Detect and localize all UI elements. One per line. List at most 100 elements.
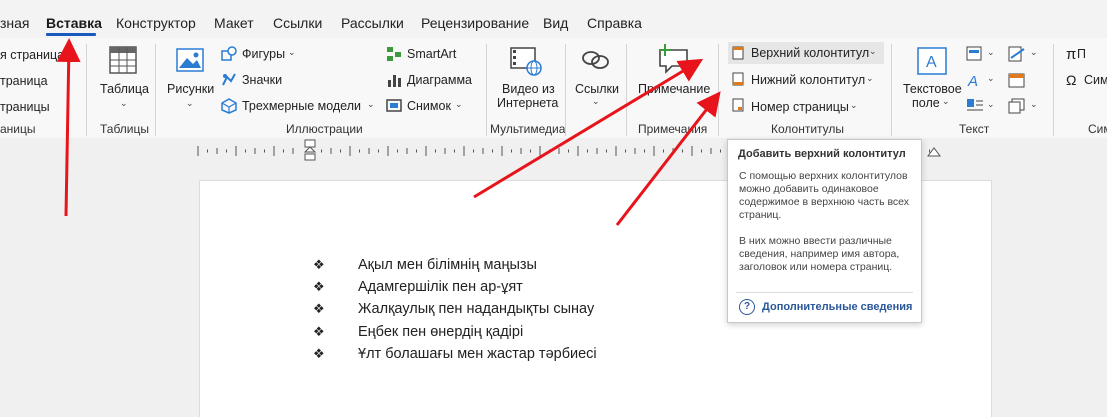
tooltip-title: Добавить верхний колонтитул xyxy=(738,148,906,160)
chevron-down-icon: ⌄ xyxy=(866,73,874,83)
chart-icon xyxy=(388,75,401,87)
help-icon[interactable]: ? xyxy=(739,299,755,315)
pictures-icon xyxy=(176,48,204,72)
group-divider xyxy=(86,44,87,136)
footer-icon xyxy=(732,72,744,86)
chevron-down-icon: ⌄ xyxy=(869,46,877,56)
chevron-down-icon: ⌄ xyxy=(987,73,995,83)
comments-group-label: Примечания xyxy=(638,122,708,136)
chevron-down-icon: ⌄ xyxy=(186,98,194,108)
smartart-button[interactable]: SmartArt xyxy=(407,47,456,61)
active-tab-indicator xyxy=(46,33,96,36)
drop-cap-icon xyxy=(967,99,983,111)
screenshot-button[interactable]: Снимок xyxy=(407,99,451,113)
chevron-down-icon: ⌄ xyxy=(288,47,296,57)
textbox-icon: A xyxy=(917,47,947,75)
tab-home[interactable]: зная xyxy=(0,15,30,31)
header-icon xyxy=(732,46,744,60)
page-break-button[interactable]: траницы xyxy=(0,100,50,114)
illustrations-group-label: Иллюстрации xyxy=(286,122,363,136)
tooltip-divider xyxy=(736,292,913,293)
header-button[interactable]: Верхний колонтитул ⌄ xyxy=(728,42,884,64)
tooltip-details: В них можно ввести различные сведения, н… xyxy=(739,235,900,273)
textbox-label-2[interactable]: поле xyxy=(912,96,940,110)
chevron-down-icon: ⌄ xyxy=(120,98,128,108)
object-icon xyxy=(1008,98,1025,114)
ribbon: я страница траница траницы аницы Таблица… xyxy=(0,38,1107,139)
shapes-button[interactable]: Фигуры xyxy=(242,47,285,61)
pages-group-label: аницы xyxy=(0,122,36,136)
chevron-down-icon: ⌄ xyxy=(850,100,858,110)
group-divider xyxy=(626,44,627,136)
bullet-icon: ❖ xyxy=(313,324,325,339)
page-number-label: Номер страницы xyxy=(751,100,849,114)
tooltip-more-info-link[interactable]: Дополнительные сведения xyxy=(762,301,912,313)
chevron-down-icon: ⌄ xyxy=(367,99,375,109)
tab-design[interactable]: Конструктор xyxy=(116,15,196,31)
tab-help[interactable]: Справка xyxy=(587,15,642,31)
page-number-icon xyxy=(732,98,744,112)
online-video-label[interactable]: Видео из xyxy=(502,82,555,96)
chevron-down-icon: ⌄ xyxy=(987,99,995,109)
bullet-icon: ❖ xyxy=(313,257,325,272)
ruler-ticks xyxy=(197,139,941,161)
blank-page-button[interactable]: траница xyxy=(0,74,48,88)
date-time-icon xyxy=(1008,73,1025,88)
horizontal-ruler[interactable] xyxy=(0,138,1107,164)
tooltip-description: С помощью верхних колонтитулов можно доб… xyxy=(739,170,910,221)
group-divider xyxy=(891,44,892,136)
symbols-group-label: Сим xyxy=(1088,122,1107,136)
links-button[interactable]: Ссылки xyxy=(575,82,619,96)
equation-button[interactable]: П xyxy=(1077,47,1086,61)
icons-button[interactable]: Значки xyxy=(242,73,282,87)
table-icon xyxy=(109,46,137,74)
chevron-down-icon: ⌄ xyxy=(1030,99,1038,109)
comment-icon xyxy=(659,44,688,74)
signature-line-icon xyxy=(1008,46,1025,62)
footer-button[interactable]: Нижний колонтитул ⌄ xyxy=(728,68,884,90)
online-video-icon xyxy=(510,47,542,76)
chevron-down-icon: ⌄ xyxy=(1030,47,1038,57)
screenshot-icon xyxy=(386,99,402,112)
bullet-icon: ❖ xyxy=(313,301,325,316)
tab-review[interactable]: Рецензирование xyxy=(421,15,529,31)
comment-button[interactable]: Примечание xyxy=(638,82,710,96)
table-button[interactable]: Таблица xyxy=(100,82,149,96)
chevron-down-icon: ⌄ xyxy=(455,99,463,109)
symbol-button[interactable]: Сим xyxy=(1084,73,1107,87)
header-footer-group-label: Колонтитулы xyxy=(771,122,845,136)
cover-page-button[interactable]: я страница xyxy=(0,48,64,62)
symbol-icon[interactable]: Ω xyxy=(1066,72,1076,88)
tab-view[interactable]: Вид xyxy=(543,15,568,31)
chart-button[interactable]: Диаграмма xyxy=(407,73,472,87)
tab-layout[interactable]: Макет xyxy=(214,15,254,31)
page-number-button[interactable]: Номер страницы ⌄ xyxy=(728,94,884,116)
chevron-down-icon: ⌄ xyxy=(987,47,995,57)
online-video-label-2[interactable]: Интернета xyxy=(497,96,558,110)
text-group-label: Текст xyxy=(959,122,990,136)
svg-text:A: A xyxy=(967,73,978,88)
group-divider xyxy=(486,44,487,136)
group-divider xyxy=(718,44,719,136)
3d-models-button[interactable]: Трехмерные модели xyxy=(242,99,361,113)
equation-icon[interactable]: π xyxy=(1066,46,1076,63)
textbox-label[interactable]: Текстовое xyxy=(903,82,962,96)
group-divider xyxy=(155,44,156,136)
tab-mailings[interactable]: Рассылки xyxy=(341,15,404,31)
wordart-icon: A xyxy=(967,73,978,88)
header-label: Верхний колонтитул xyxy=(751,46,870,60)
tab-references[interactable]: Ссылки xyxy=(273,15,322,31)
group-divider xyxy=(1053,44,1054,136)
ribbon-tab-bar: зная Вставка Конструктор Макет Ссылки Ра… xyxy=(0,0,1107,38)
header-tooltip: Добавить верхний колонтитул С помощью ве… xyxy=(727,139,922,323)
quick-parts-icon xyxy=(966,46,982,61)
chevron-down-icon: ⌄ xyxy=(592,96,600,106)
pictures-button[interactable]: Рисунки xyxy=(167,82,214,96)
tab-insert[interactable]: Вставка xyxy=(46,15,102,31)
3d-models-icon xyxy=(221,98,237,114)
svg-text:A: A xyxy=(926,54,937,71)
tables-group-label: Таблицы xyxy=(100,122,150,136)
footer-label: Нижний колонтитул xyxy=(751,73,866,87)
link-icon xyxy=(582,51,609,69)
icons-icon xyxy=(222,73,236,86)
